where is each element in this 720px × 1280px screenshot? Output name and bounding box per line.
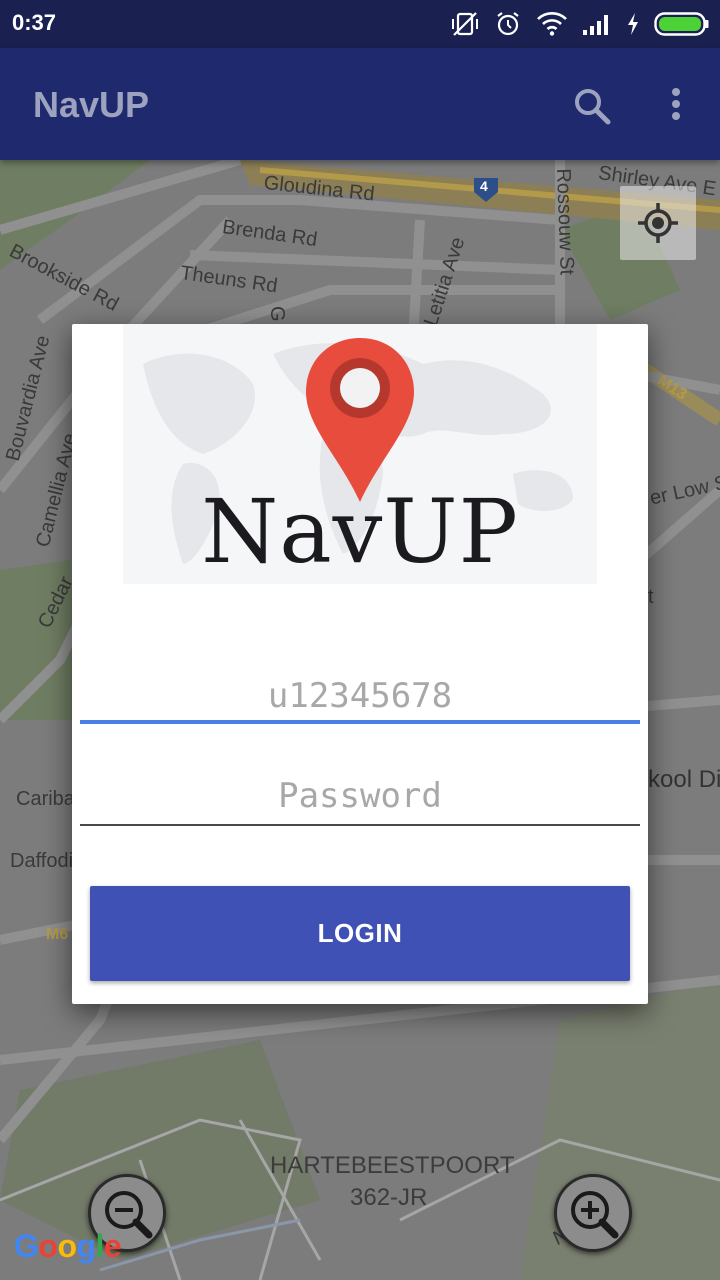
username-input[interactable] (80, 668, 640, 724)
my-location-button[interactable] (620, 186, 696, 260)
map-label-kooldi: kool Di (648, 766, 720, 793)
search-icon[interactable] (568, 82, 616, 130)
logo-wordmark: NavUP (201, 480, 519, 583)
map-label-hartebeestpoort: HARTEBEESTPOORT (270, 1152, 515, 1179)
google-logo-letter: o (57, 1228, 77, 1264)
vibrate-off-icon (450, 9, 480, 39)
password-field[interactable] (80, 768, 640, 834)
map-label-route4: 4 (480, 178, 488, 194)
map-label-rossouw: Rossouw St (552, 168, 578, 276)
map-label-cariba: Cariba (16, 788, 75, 810)
zoom-in-icon (571, 1191, 619, 1239)
google-logo-letter: l (95, 1228, 105, 1264)
google-logo: Google (14, 1228, 122, 1265)
google-logo-letter: g (76, 1228, 96, 1264)
password-underline (80, 824, 640, 826)
wifi-icon (536, 11, 568, 37)
google-logo-letter: G (14, 1228, 39, 1264)
status-time: 0:37 (12, 10, 57, 35)
navup-logo: NavUP (123, 324, 597, 584)
google-logo-letter: e (103, 1228, 122, 1264)
map-label-t: t (648, 586, 654, 608)
app-bar: NavUP (0, 48, 720, 160)
username-underline (80, 720, 640, 724)
map-label-m6: M6 (46, 926, 69, 943)
battery-icon (654, 11, 710, 37)
login-button[interactable]: LOGIN (90, 886, 630, 981)
username-field[interactable] (80, 668, 640, 734)
map-label-daffodil: Daffodi (10, 850, 74, 872)
google-logo-letter: o (38, 1228, 58, 1264)
zoom-in-button[interactable] (554, 1174, 632, 1252)
app-title: NavUP (33, 84, 150, 125)
map-label-362-jr: 362-JR (350, 1184, 428, 1211)
more-vert-icon[interactable] (660, 82, 692, 130)
alarm-icon (494, 10, 522, 38)
status-bar: 0:37 (0, 0, 720, 48)
map-label-g: G (266, 306, 288, 322)
signal-icon (582, 12, 612, 36)
status-icons (450, 8, 710, 40)
charging-icon (626, 12, 640, 36)
my-location-icon (638, 203, 678, 243)
password-input[interactable] (80, 768, 640, 824)
login-dialog: NavUP LOGIN (72, 324, 648, 1004)
